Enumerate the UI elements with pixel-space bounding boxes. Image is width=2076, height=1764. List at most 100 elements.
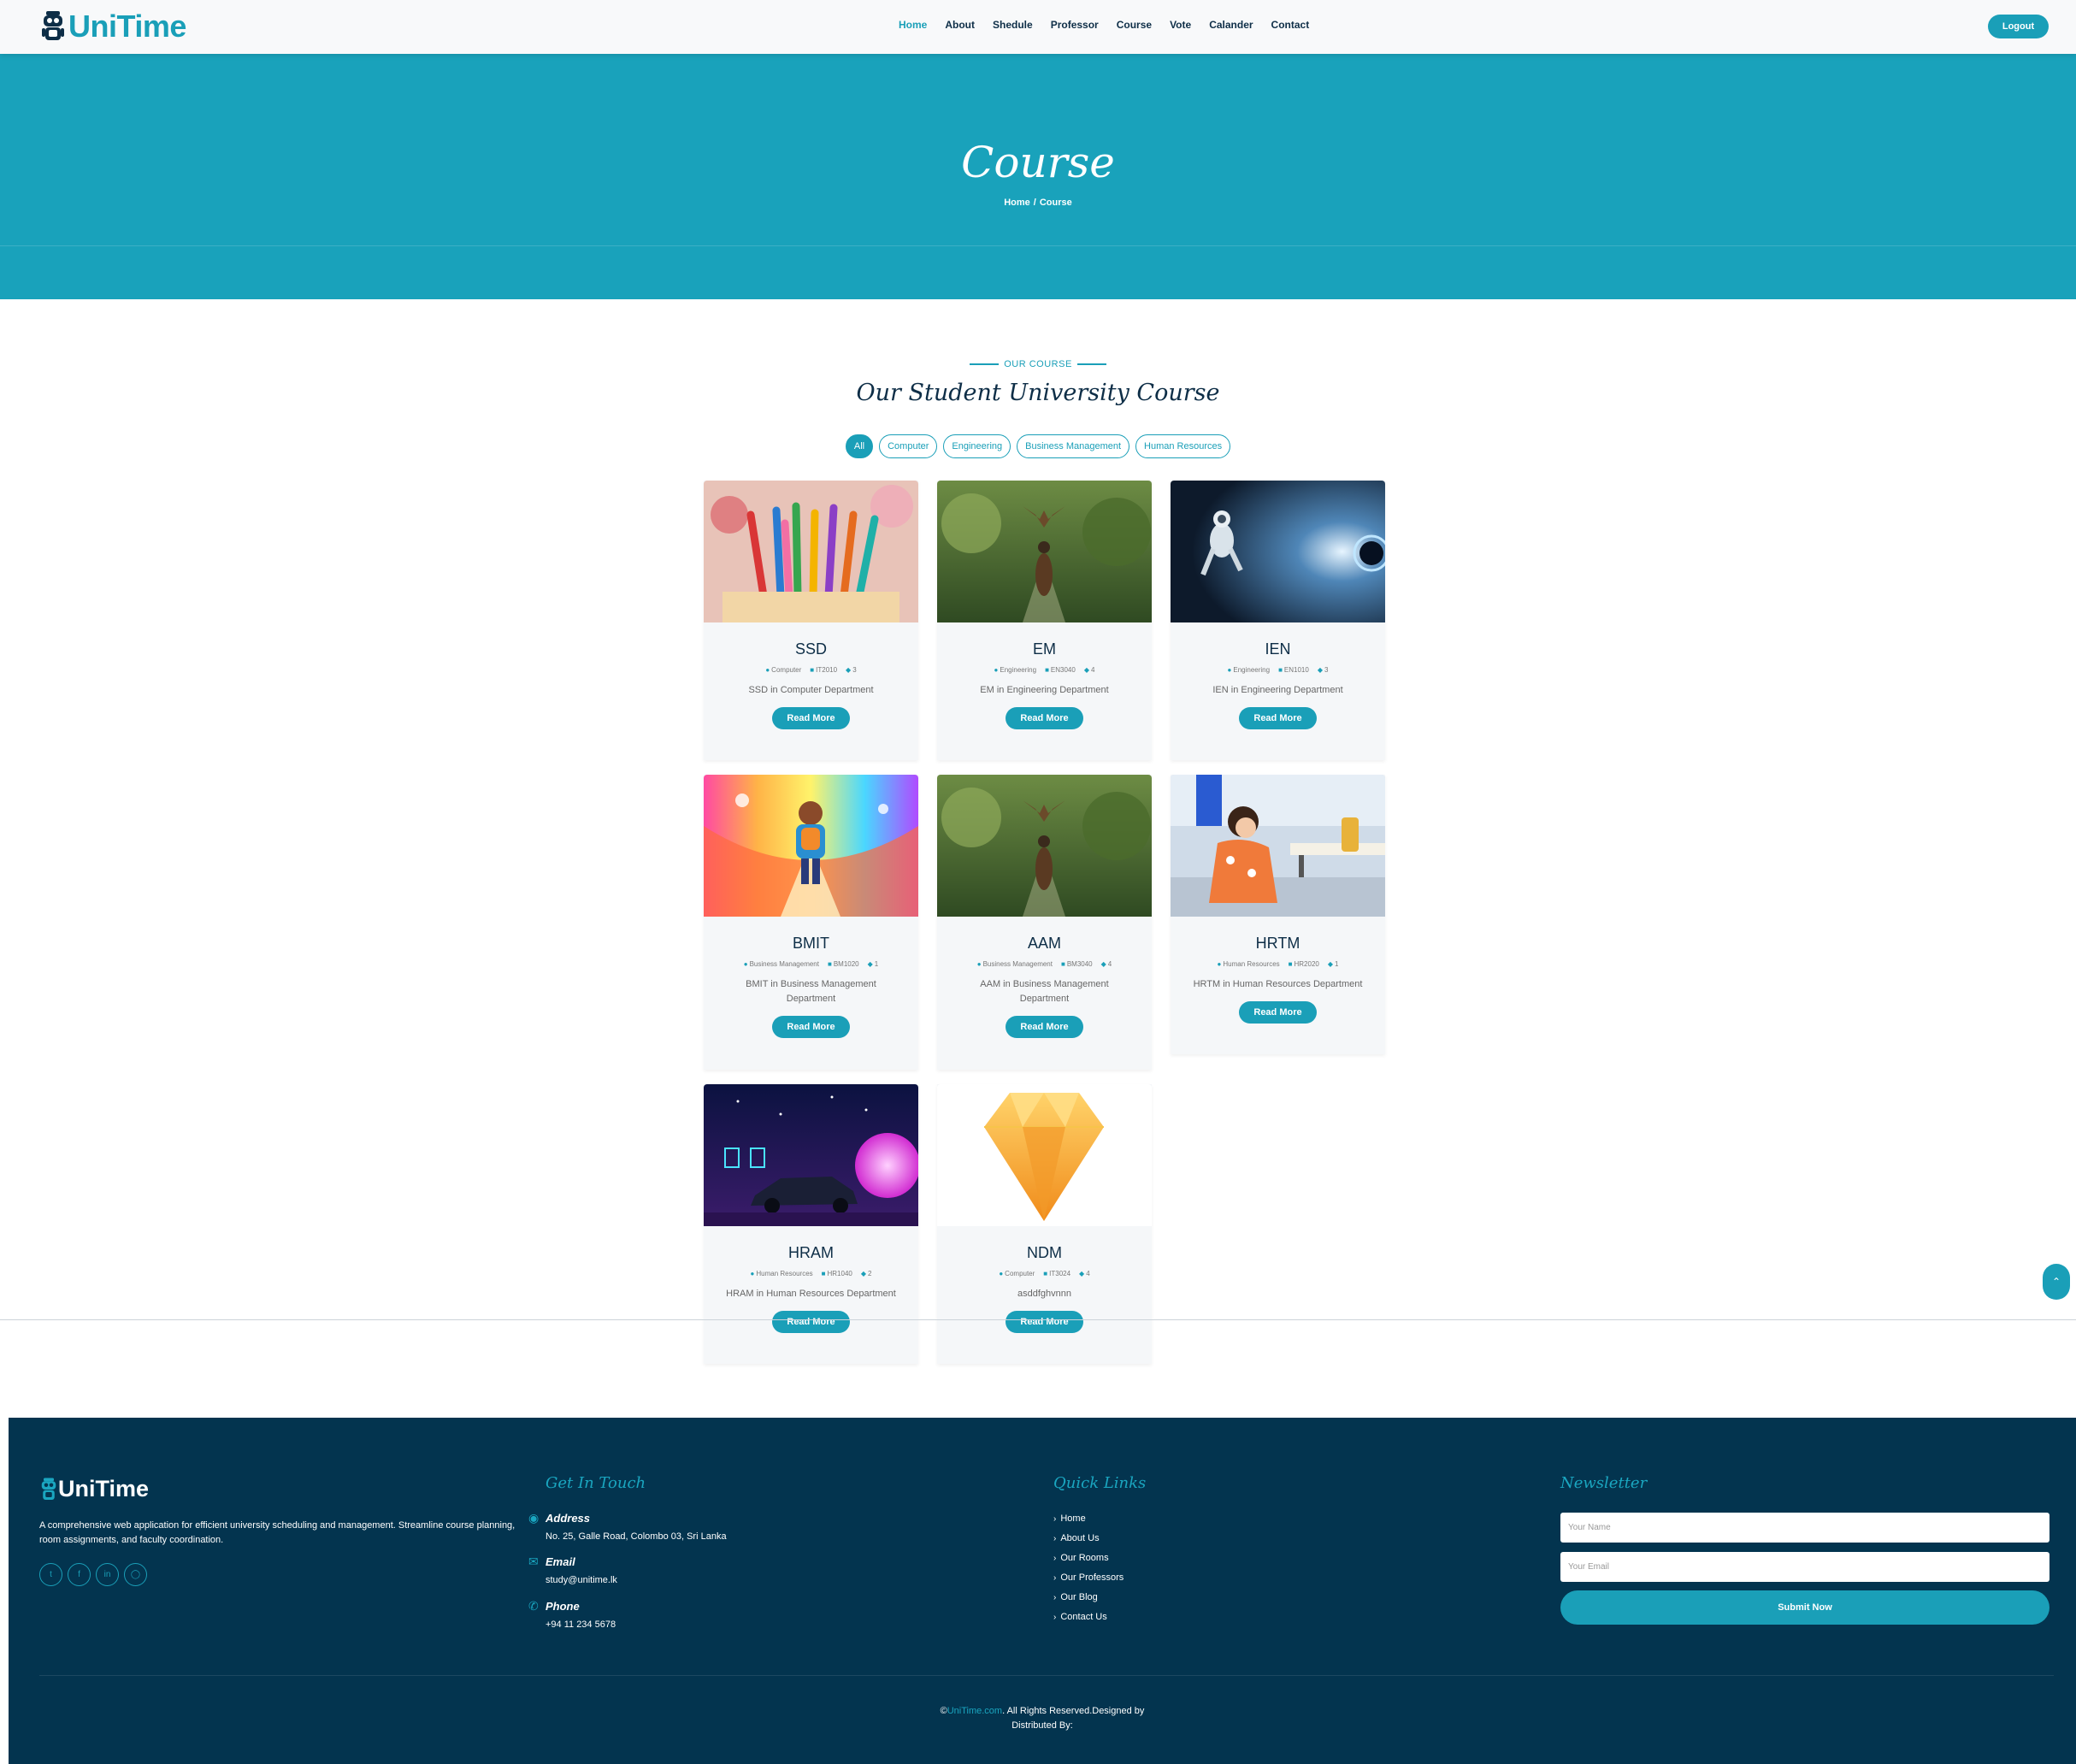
newsletter-name-input[interactable]: Your Name <box>1560 1513 2049 1543</box>
copyright-brand-link[interactable]: UniTime.com <box>947 1706 1002 1716</box>
breadcrumb-home[interactable]: Home <box>1004 198 1030 208</box>
quick-link-label: Home <box>1060 1513 1086 1524</box>
email-value[interactable]: study@unitime.lk <box>546 1575 617 1585</box>
course-card: HRAM ● Human Resources ■ HR1040 ◆ 2 HRAM in… <box>704 1084 918 1364</box>
course-id-text: HR1040 <box>827 1270 852 1277</box>
course-dept: ● Computer <box>999 1270 1035 1277</box>
course-comments: ◆ 4 <box>1079 1270 1090 1277</box>
phone-value[interactable]: +94 11 234 5678 <box>546 1619 616 1630</box>
read-more-button[interactable]: Read More <box>772 1311 850 1333</box>
course-dept: ● Engineering <box>1228 666 1271 674</box>
quick-link-contact[interactable]: › Contact Us <box>1053 1612 1124 1631</box>
newsletter-submit-button[interactable]: Submit Now <box>1560 1590 2049 1625</box>
read-more-button[interactable]: Read More <box>1006 707 1083 729</box>
course-image-classroom[interactable] <box>1171 775 1385 917</box>
instagram-icon[interactable]: ◯ <box>124 1563 147 1586</box>
user-icon: ● <box>750 1270 755 1277</box>
course-image-rider[interactable] <box>937 481 1152 622</box>
course-code: BMIT <box>793 935 829 952</box>
comments-icon: ◆ <box>1327 960 1333 968</box>
course-dept-text: Computer <box>771 666 802 674</box>
section-divider <box>0 1319 2076 1320</box>
course-comments: ◆ 4 <box>1101 960 1112 968</box>
read-more-button[interactable]: Read More <box>1006 1016 1083 1038</box>
course-image-rider[interactable] <box>937 775 1152 917</box>
quick-link-rooms[interactable]: › Our Rooms <box>1053 1553 1124 1572</box>
course-dept: ● Human Resources <box>1218 960 1280 968</box>
nav-professor[interactable]: Professor <box>1051 19 1099 31</box>
filter-computer[interactable]: Computer <box>879 434 938 458</box>
quick-links-heading: Quick Links <box>1053 1474 1147 1492</box>
nav-vote[interactable]: Vote <box>1170 19 1191 31</box>
nav-schedule[interactable]: Shedule <box>993 19 1033 31</box>
breadcrumb: Home / Course <box>0 198 2076 208</box>
quick-link-about[interactable]: › About Us <box>1053 1533 1124 1553</box>
course-image-gem[interactable] <box>937 1084 1152 1226</box>
footer-logo[interactable]: UniTime <box>39 1476 149 1502</box>
read-more-button[interactable]: Read More <box>772 1016 850 1038</box>
course-card: EM ● Engineering ■ EN3040 ◆ 4 EM in Enginee… <box>937 481 1152 760</box>
course-card: AAM ● Business Management ■ BM3040 ◆ 4 AAM … <box>937 775 1152 1070</box>
filter-business-management[interactable]: Business Management <box>1017 434 1130 458</box>
double-chevron-up-icon: ⌃ <box>2051 1276 2061 1288</box>
back-to-top-button[interactable]: ⌃ <box>2043 1264 2070 1300</box>
course-card: SSD ● Computer ■ IT2010 ◆ 3 SSD in Computer… <box>704 481 918 760</box>
nav-home[interactable]: Home <box>899 19 927 31</box>
phone-icon: ✆ <box>528 1600 539 1614</box>
course-comments: ◆ 3 <box>846 666 857 674</box>
course-comments: ◆ 3 <box>1318 666 1329 674</box>
folder-icon: ■ <box>1045 666 1049 674</box>
read-more-button[interactable]: Read More <box>1239 707 1317 729</box>
course-description: asddfghvnnn <box>1017 1289 1071 1299</box>
chevron-right-icon: › <box>1053 1554 1057 1563</box>
nav-course[interactable]: Course <box>1117 19 1152 31</box>
phone-label: Phone <box>546 1600 580 1613</box>
page-title: Course <box>961 138 1115 187</box>
filter-engineering[interactable]: Engineering <box>943 434 1011 458</box>
quick-link-home[interactable]: › Home <box>1053 1513 1124 1533</box>
eyebrow-line <box>970 363 1000 366</box>
course-image-astronaut[interactable] <box>1171 481 1385 622</box>
twitter-icon[interactable]: t <box>39 1563 62 1586</box>
course-image-pencils[interactable] <box>704 481 918 622</box>
copyright-symbol: © <box>940 1706 947 1716</box>
course-description: HRAM in Human Resources Department <box>726 1289 896 1299</box>
comments-icon: ◆ <box>1100 960 1106 968</box>
chevron-right-icon: › <box>1053 1514 1057 1524</box>
course-id-text: BM1020 <box>833 960 859 968</box>
nav-calendar[interactable]: Calander <box>1209 19 1253 31</box>
nav-about[interactable]: About <box>945 19 975 31</box>
map-pin-icon: ◉ <box>528 1512 540 1525</box>
course-count-text: 3 <box>1324 666 1329 674</box>
contact-address: ◉ Address No. 25, Galle Road, Colombo 03… <box>528 1512 727 1542</box>
read-more-button[interactable]: Read More <box>1006 1311 1083 1333</box>
user-icon: ● <box>976 960 982 968</box>
filter-all[interactable]: All <box>845 434 874 458</box>
course-filters: All Computer Engineering Business Manage… <box>0 434 2076 458</box>
facebook-icon[interactable]: f <box>68 1563 91 1586</box>
logout-button[interactable]: Logout <box>1988 15 2049 38</box>
eyebrow-line <box>1076 363 1106 366</box>
course-meta: ● Human Resources ■ HR2020 ◆ 1 <box>1171 960 1385 968</box>
read-more-button[interactable]: Read More <box>1239 1001 1317 1024</box>
course-image-synthwave-car[interactable] <box>704 1084 918 1226</box>
filter-human-resources[interactable]: Human Resources <box>1135 434 1231 458</box>
section-eyebrow: OUR COURSE <box>0 359 2076 369</box>
course-id: ■ IT2010 <box>810 666 837 674</box>
course-image-kid[interactable] <box>704 775 918 917</box>
quick-link-blog[interactable]: › Our Blog <box>1053 1592 1124 1612</box>
social-links: t f in ◯ <box>39 1563 147 1586</box>
course-comments: ◆ 4 <box>1084 666 1095 674</box>
quick-link-professors[interactable]: › Our Professors <box>1053 1572 1124 1592</box>
course-dept: ● Human Resources <box>751 1270 813 1277</box>
newsletter-email-input[interactable]: Your Email <box>1560 1552 2049 1582</box>
site-logo[interactable]: UniTime <box>41 9 186 44</box>
course-meta: ● Business Management ■ BM1020 ◆ 1 <box>704 960 918 968</box>
navbar: UniTime Home About Shedule Professor Cou… <box>0 0 2076 54</box>
course-meta: ● Computer ■ IT3024 ◆ 4 <box>937 1270 1152 1277</box>
linkedin-icon[interactable]: in <box>96 1563 119 1586</box>
nav-contact[interactable]: Contact <box>1271 19 1310 31</box>
quick-link-label: Our Blog <box>1060 1592 1098 1602</box>
read-more-button[interactable]: Read More <box>772 707 850 729</box>
course-code: HRAM <box>788 1244 834 1261</box>
